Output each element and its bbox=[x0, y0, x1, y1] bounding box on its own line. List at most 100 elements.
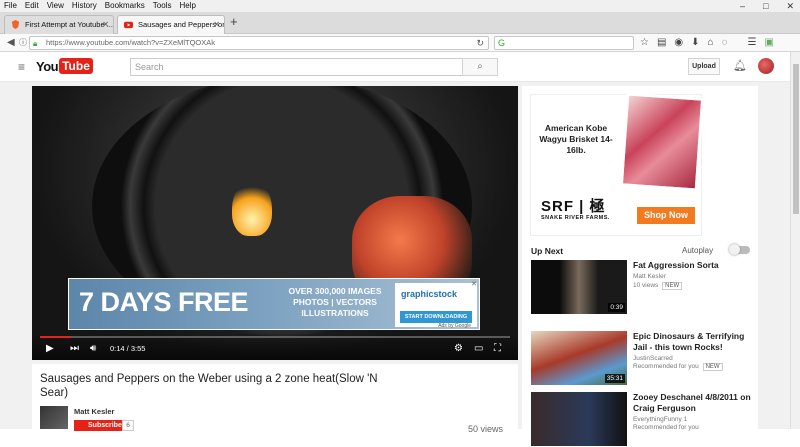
new-badge: NEW bbox=[662, 282, 683, 290]
brave-favicon-icon bbox=[11, 20, 20, 29]
reading-list-icon[interactable]: ▤ bbox=[657, 36, 666, 50]
tab-first-attempt[interactable]: First Attempt at Youtube ... ✕ bbox=[4, 15, 114, 34]
sidebar-ad[interactable]: ▷✕ American Kobe Wagyu Brisket 14-16lb. … bbox=[530, 92, 705, 236]
duration-badge: 35:31 bbox=[604, 374, 625, 383]
tab-label: First Attempt at Youtube ... bbox=[25, 20, 113, 29]
search-bar[interactable]: G bbox=[494, 36, 634, 50]
video-thumbnail[interactable]: 0:39 bbox=[531, 260, 627, 314]
notifications-bell-icon[interactable]: 🔔︎ bbox=[733, 59, 747, 72]
related-title[interactable]: Epic Dinosaurs & Terrifying Jail - this … bbox=[633, 331, 755, 353]
toggle-knob bbox=[729, 244, 740, 255]
shop-now-button[interactable]: Shop Now bbox=[637, 207, 695, 224]
play-icon[interactable]: ▶ bbox=[46, 343, 54, 355]
sidebar-ad-text: American Kobe Wagyu Brisket 14-16lb. bbox=[539, 123, 613, 155]
ad-headline: 7 DAYS FREE bbox=[79, 287, 249, 317]
channel-name[interactable]: Matt Kesler bbox=[74, 407, 114, 416]
youtube-header: ≡ You Tube Search ⌕ Upload 🔔︎ bbox=[0, 52, 790, 82]
url-bar[interactable]: 🔒︎ https://www.youtube.com/watch?v=ZXeMl… bbox=[29, 36, 489, 50]
tab-label: Sausages and Peppers on ... bbox=[138, 20, 224, 29]
tab-sausages[interactable]: Sausages and Peppers on ... ✕ bbox=[117, 15, 225, 34]
duration-badge: 0:39 bbox=[608, 303, 625, 312]
menu-history[interactable]: History bbox=[72, 0, 97, 12]
subscribe-button[interactable]: Subscribe bbox=[74, 420, 122, 431]
autoplay-label: Autoplay bbox=[682, 246, 714, 255]
search-engine-icon: G bbox=[498, 38, 506, 48]
extension-icon[interactable]: ◌ bbox=[722, 36, 728, 50]
related-meta: 10 views NEW bbox=[633, 282, 683, 290]
reload-icon[interactable]: ↻ bbox=[476, 37, 484, 49]
flame-scene bbox=[232, 181, 272, 236]
youtube-favicon-icon bbox=[124, 21, 133, 29]
volume-icon[interactable]: 🔊︎ bbox=[90, 343, 96, 355]
ad-close-icon[interactable]: ✕ bbox=[471, 280, 477, 288]
pocket-icon[interactable]: ◉ bbox=[674, 36, 683, 50]
srf-logo: SRF | 極 bbox=[541, 198, 606, 215]
related-channel: JustinScarred bbox=[633, 355, 673, 362]
srf-tagline: SNAKE RIVER FARMS. bbox=[541, 215, 610, 221]
overlay-ad[interactable]: 7 DAYS FREE OVER 300,000 IMAGES PHOTOS |… bbox=[68, 278, 480, 330]
youtube-search-input[interactable]: Search bbox=[130, 58, 463, 76]
subscriber-count: 6 bbox=[122, 420, 134, 431]
progress-fill bbox=[40, 336, 71, 338]
avatar[interactable] bbox=[758, 58, 774, 74]
related-channel: Matt Kesler bbox=[633, 273, 666, 280]
back-arrow-icon[interactable]: ◀ bbox=[7, 36, 15, 50]
search-button[interactable]: ⌕ bbox=[462, 58, 498, 76]
menu-edit[interactable]: Edit bbox=[25, 0, 39, 12]
related-title[interactable]: Fat Aggression Sorta bbox=[633, 260, 755, 271]
close-window-button[interactable]: ✕ bbox=[786, 0, 794, 12]
ad-middle-text: OVER 300,000 IMAGES PHOTOS | VECTORS ILL… bbox=[288, 286, 382, 318]
new-tab-button[interactable]: + bbox=[230, 14, 238, 29]
page-scrollbar[interactable] bbox=[790, 52, 800, 429]
menu-bookmarks[interactable]: Bookmarks bbox=[105, 0, 145, 12]
minimize-button[interactable]: – bbox=[740, 0, 745, 12]
menu-hamburger-icon[interactable]: ☰ bbox=[748, 36, 757, 50]
list-item[interactable]: 35:31 Epic Dinosaurs & Terrifying Jail -… bbox=[531, 331, 751, 386]
related-channel: EverythingFunny 1 bbox=[633, 416, 688, 423]
menu-view[interactable]: View bbox=[47, 0, 64, 12]
bookmark-star-icon[interactable]: ☆ bbox=[640, 36, 649, 50]
scrollbar-thumb[interactable] bbox=[793, 64, 799, 214]
list-item[interactable]: 0:39 Fat Aggression Sorta Matt Kesler 10… bbox=[531, 260, 751, 315]
guide-menu-icon[interactable]: ≡ bbox=[18, 60, 25, 74]
video-title: Sausages and Peppers on the Weber using … bbox=[40, 373, 378, 399]
ad-cta-button[interactable]: START DOWNLOADING bbox=[400, 311, 472, 323]
video-thumbnail[interactable] bbox=[531, 392, 627, 446]
menu-file[interactable]: File bbox=[4, 0, 17, 12]
related-meta-text: 10 views bbox=[633, 282, 659, 289]
brisket-image bbox=[619, 92, 705, 192]
youtube-logo[interactable]: You Tube bbox=[36, 58, 93, 74]
info-icon[interactable]: ⓘ bbox=[19, 36, 27, 50]
channel-avatar[interactable] bbox=[40, 406, 68, 429]
related-meta-text: Recommended for you bbox=[633, 363, 699, 370]
theater-mode-icon[interactable]: ▭ bbox=[474, 343, 483, 355]
list-item[interactable]: Zooey Deschanel 4/8/2011 on Craig Fergus… bbox=[531, 392, 751, 447]
time-display: 0:14 / 3:55 bbox=[110, 344, 146, 353]
up-next-label: Up Next bbox=[531, 246, 564, 256]
video-player[interactable]: 7 DAYS FREE OVER 300,000 IMAGES PHOTOS |… bbox=[32, 86, 518, 360]
next-icon[interactable]: ⏭︎ bbox=[70, 343, 79, 355]
tab-strip: First Attempt at Youtube ... ✕ Sausages … bbox=[0, 12, 800, 34]
view-count: 50 views bbox=[468, 424, 504, 434]
fullscreen-icon[interactable]: ⛶ bbox=[494, 343, 501, 355]
tab-close-icon[interactable]: ✕ bbox=[213, 16, 220, 33]
search-icon: ⌕ bbox=[477, 61, 483, 72]
tab-close-icon[interactable]: ✕ bbox=[102, 16, 109, 33]
new-badge: NEW bbox=[702, 363, 723, 371]
video-thumbnail[interactable]: 35:31 bbox=[531, 331, 627, 385]
autoplay-toggle[interactable] bbox=[729, 244, 750, 255]
addon-icon[interactable]: ▣ bbox=[765, 36, 774, 50]
related-meta: Recommended for you NEW bbox=[633, 363, 723, 371]
menu-help[interactable]: Help bbox=[179, 0, 195, 12]
logo-tube: Tube bbox=[59, 58, 93, 74]
sidebar: ▷✕ American Kobe Wagyu Brisket 14-16lb. … bbox=[522, 86, 758, 446]
maximize-button[interactable]: □ bbox=[763, 0, 768, 12]
upload-button[interactable]: Upload bbox=[688, 58, 720, 75]
ads-by-google: Ads by Google bbox=[438, 323, 471, 329]
menu-tools[interactable]: Tools bbox=[153, 0, 172, 12]
home-icon[interactable]: ⌂ bbox=[708, 36, 714, 50]
related-title[interactable]: Zooey Deschanel 4/8/2011 on Craig Fergus… bbox=[633, 392, 755, 414]
download-icon[interactable]: ⬇ bbox=[691, 36, 699, 50]
settings-gear-icon[interactable]: ⚙ bbox=[454, 343, 463, 355]
progress-bar[interactable] bbox=[40, 336, 510, 338]
